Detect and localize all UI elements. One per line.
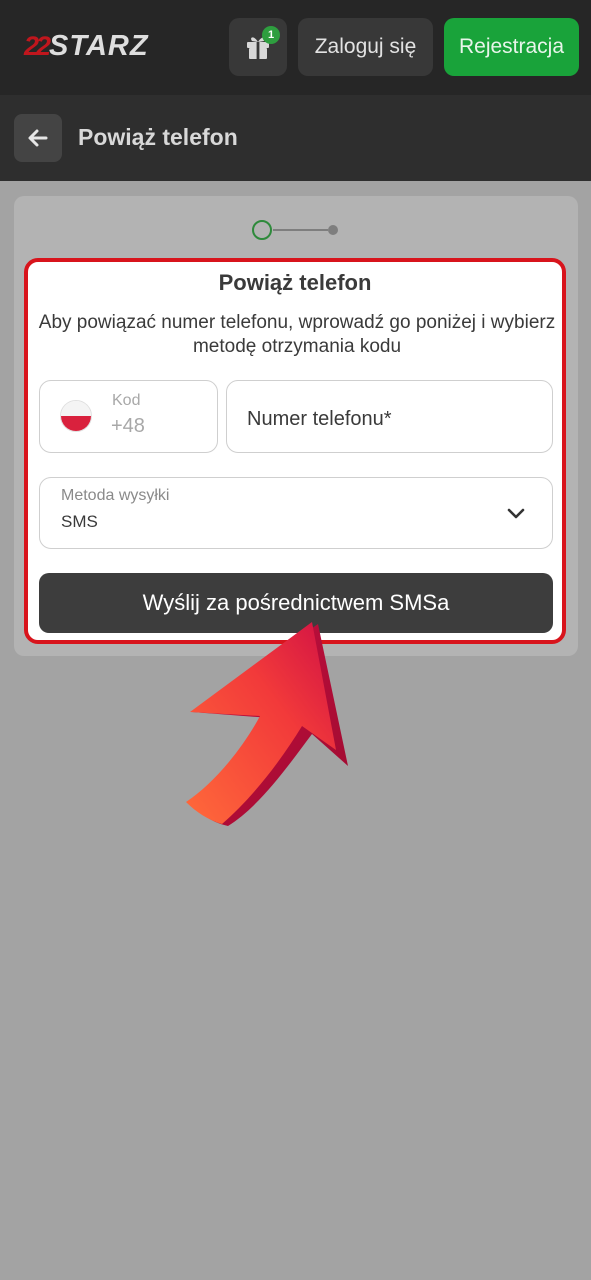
logo-mark: 22 xyxy=(24,30,51,61)
step-next xyxy=(328,225,338,235)
annotation-arrow-icon xyxy=(186,622,348,826)
country-code-label: Kod xyxy=(112,392,141,409)
poland-flag-icon xyxy=(60,400,92,432)
chevron-down-icon xyxy=(507,508,525,519)
delivery-method-label: Metoda wysyłki xyxy=(61,487,170,504)
login-button[interactable]: Zaloguj się xyxy=(298,18,433,76)
form-description: Aby powiązać numer telefonu, wprowadź go… xyxy=(38,312,556,357)
notification-badge: 1 xyxy=(262,26,280,44)
phone-number-field[interactable] xyxy=(226,380,553,453)
page-header: Powiąż telefon xyxy=(0,95,591,181)
delivery-method-value: SMS xyxy=(61,512,98,531)
top-bar: 22 STARZ 1 Zaloguj się Rejestracja xyxy=(0,0,591,95)
logo-text: STARZ xyxy=(49,29,149,62)
arrow-left-icon xyxy=(28,129,48,147)
phone-number-input[interactable] xyxy=(247,405,537,433)
gift-button[interactable]: 1 xyxy=(229,18,287,76)
logo[interactable]: 22 STARZ xyxy=(24,30,149,62)
form-title: Powiąż telefon xyxy=(218,270,372,295)
page-title: Powiąż telefon xyxy=(78,124,238,150)
country-code-select[interactable]: Kod +48 xyxy=(39,380,218,453)
step-connector xyxy=(273,229,328,231)
register-button[interactable]: Rejestracja xyxy=(444,18,579,76)
link-phone-form: Powiąż telefon Aby powiązać numer telefo… xyxy=(24,258,566,644)
back-button[interactable] xyxy=(14,114,62,162)
step-indicator xyxy=(250,219,350,241)
step-current xyxy=(252,220,272,240)
delivery-method-select[interactable]: Metoda wysyłki SMS xyxy=(39,477,553,549)
country-code-value: +48 xyxy=(111,415,145,437)
